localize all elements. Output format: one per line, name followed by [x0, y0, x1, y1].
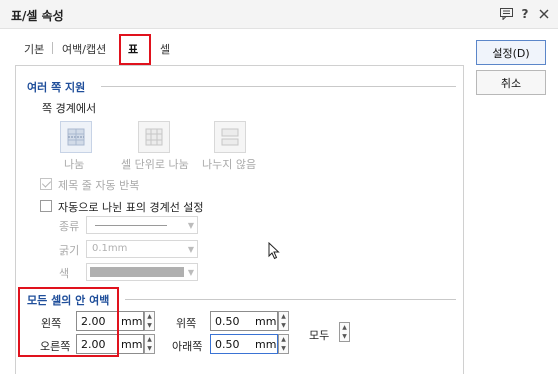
mouse-cursor-icon: [268, 241, 280, 263]
border-width-value: 0.1mm: [92, 243, 128, 254]
border-color-label: 색: [59, 267, 70, 280]
top-margin-spin-arrows[interactable]: ▲ ▼: [278, 311, 289, 331]
border-type-select[interactable]: ▼: [86, 216, 198, 234]
cell-split-icon: [144, 127, 164, 147]
bottom-margin-value: 0.50: [215, 338, 240, 351]
split-button[interactable]: [60, 121, 92, 153]
border-width-label: 굵기: [59, 244, 80, 257]
bottom-margin-input[interactable]: 0.50 mm: [210, 334, 278, 354]
right-margin-unit: mm: [121, 338, 143, 351]
help-icon[interactable]: ?: [517, 6, 533, 22]
cell-margin-highlight: [18, 287, 119, 357]
border-line-sample: [95, 225, 167, 226]
border-color-select[interactable]: ▼: [86, 263, 198, 281]
tab-margin-caption[interactable]: 여백/캡션: [62, 41, 106, 57]
no-split-icon: [220, 127, 240, 147]
tab-basic[interactable]: 기본: [24, 41, 44, 57]
border-type-label: 종류: [59, 220, 80, 233]
chevron-down-icon: ▼: [187, 268, 194, 277]
bottom-margin-spin-arrows[interactable]: ▲ ▼: [278, 334, 289, 354]
split-icon: [66, 127, 86, 147]
cell-split-button[interactable]: [138, 121, 170, 153]
auto-repeat-title-checkbox[interactable]: [40, 178, 52, 190]
bottom-margin-label: 아래쪽: [172, 340, 203, 353]
page-split-section-title: 여러 쪽 지원: [27, 81, 86, 94]
split-border-label: 자동으로 나뉜 표의 경계선 설정: [58, 201, 204, 214]
split-border-checkbox[interactable]: [40, 200, 52, 212]
cancel-button[interactable]: 취소: [476, 70, 546, 95]
top-margin-value: 0.50: [215, 315, 240, 328]
close-icon[interactable]: [536, 6, 552, 22]
bottom-margin-stepper[interactable]: 0.50 mm ▲ ▼: [210, 334, 290, 354]
all-margins-label: 모두: [309, 329, 330, 342]
split-option-label: 나눔: [64, 158, 85, 171]
tab-table-highlight: [119, 34, 151, 65]
title-bar: 표/셀 속성 ?: [0, 0, 558, 29]
top-margin-stepper[interactable]: 0.50 mm ▲ ▼: [210, 311, 290, 331]
chevron-down-icon: ▼: [187, 245, 194, 254]
comment-icon[interactable]: [498, 6, 514, 22]
section-divider: [101, 86, 456, 87]
cell-split-option-label: 셀 단위로 나눔: [121, 158, 189, 171]
top-margin-unit: mm: [255, 315, 277, 328]
ok-button[interactable]: 설정(D): [476, 40, 546, 65]
dialog-title: 표/셀 속성: [11, 9, 64, 23]
border-color-swatch: [90, 267, 184, 277]
top-margin-label: 위쪽: [176, 317, 197, 330]
no-split-button[interactable]: [214, 121, 246, 153]
top-margin-input[interactable]: 0.50 mm: [210, 311, 278, 331]
tab-divider: [52, 42, 53, 54]
tab-cell[interactable]: 셀: [160, 41, 170, 57]
bottom-margin-unit: mm: [255, 338, 277, 351]
left-margin-spin-arrows[interactable]: ▲ ▼: [144, 311, 155, 331]
section-divider: [125, 299, 456, 300]
chevron-down-icon: ▼: [187, 221, 194, 230]
border-width-select[interactable]: 0.1mm ▼: [86, 240, 198, 258]
page-boundary-label: 쪽 경계에서: [42, 102, 97, 115]
no-split-option-label: 나누지 않음: [202, 158, 257, 171]
auto-repeat-title-label: 제목 줄 자동 반복: [58, 179, 140, 192]
tab-bar: 기본 여백/캡션 표 셀: [0, 30, 470, 62]
left-margin-unit: mm: [121, 315, 143, 328]
all-margins-spin-arrows[interactable]: ▲ ▼: [339, 322, 350, 342]
right-margin-spin-arrows[interactable]: ▲ ▼: [144, 334, 155, 354]
